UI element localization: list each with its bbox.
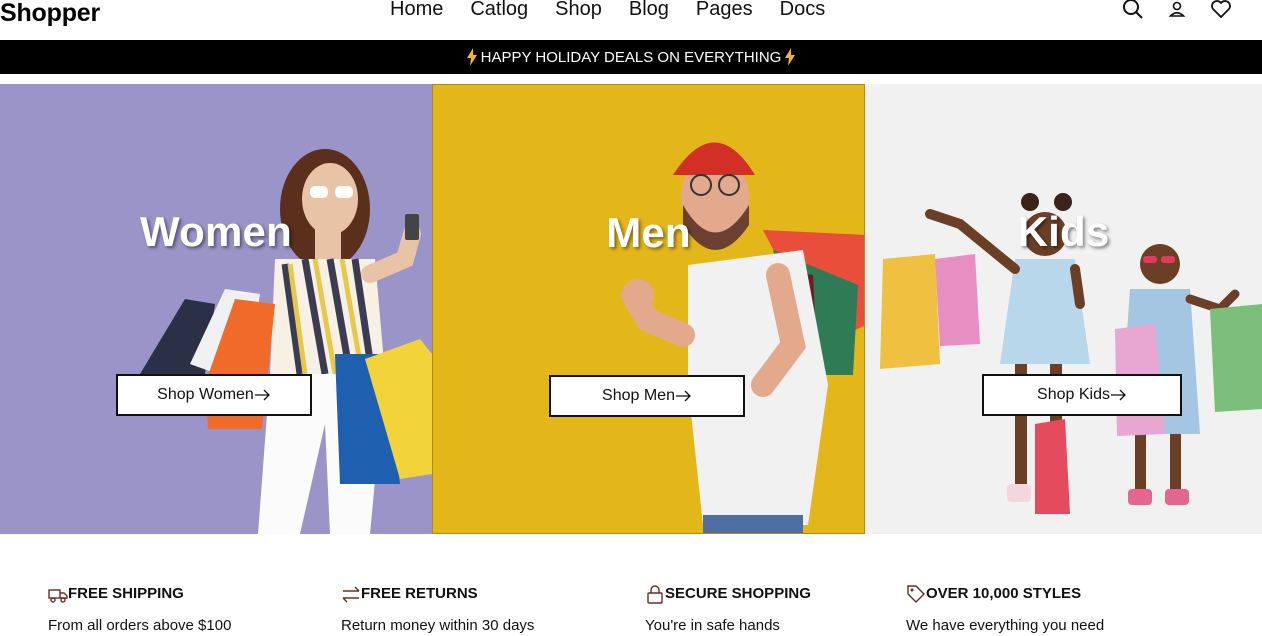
men-model-image	[621, 142, 864, 533]
kids-model-image	[880, 193, 1262, 514]
arrow-right-icon	[1110, 389, 1126, 401]
panel-men[interactable]: Men Shop Men	[432, 84, 865, 534]
logo[interactable]: Shopper	[0, 0, 100, 26]
feature-title: FREE SHIPPING	[68, 585, 184, 602]
women-model-image	[140, 149, 432, 534]
feature-title: SECURE SHOPPING	[665, 585, 811, 602]
feature-free-returns: FREE RETURNS Return money within 30 days	[341, 584, 534, 636]
panel-kids[interactable]: Kids Shop Kids	[865, 84, 1262, 534]
lightning-icon	[785, 48, 796, 66]
nav-shop[interactable]: Shop	[555, 0, 602, 21]
user-icon[interactable]	[1164, 0, 1190, 19]
search-icon[interactable]	[1120, 0, 1146, 19]
announcement-bar: HAPPY HOLIDAY DEALS ON EVERYTHING	[0, 40, 1262, 74]
truck-icon	[48, 589, 68, 603]
feature-desc: From all orders above $100	[48, 617, 232, 634]
nav-docs[interactable]: Docs	[780, 0, 826, 21]
panel-title-kids: Kids	[1017, 208, 1110, 255]
panel-women[interactable]: Women Shop Women	[0, 84, 432, 534]
tag-icon	[907, 585, 925, 603]
shop-women-button[interactable]: Shop Women	[116, 374, 312, 416]
feature-secure-shopping: SECURE SHOPPING You're in safe hands	[645, 584, 811, 636]
arrow-right-icon	[254, 389, 270, 401]
site-header: Shopper Home Catlog Shop Blog Pages Docs	[0, 0, 1262, 40]
shop-men-button[interactable]: Shop Men	[549, 375, 745, 417]
header-actions	[1120, 0, 1234, 19]
nav-pages[interactable]: Pages	[696, 0, 753, 21]
arrow-right-icon	[675, 390, 691, 402]
feature-free-shipping: FREE SHIPPING From all orders above $100	[48, 584, 231, 636]
feature-title: OVER 10,000 STYLES	[926, 585, 1082, 602]
announcement-text: HAPPY HOLIDAY DEALS ON EVERYTHING	[480, 48, 782, 66]
shop-kids-button[interactable]: Shop Kids	[982, 374, 1182, 416]
nav-catlog[interactable]: Catlog	[470, 0, 528, 21]
nav-home[interactable]: Home	[390, 0, 443, 21]
feature-title: FREE RETURNS	[361, 585, 478, 602]
category-panels: Women Shop Women Men Shop Men Kids Shop …	[0, 84, 1262, 534]
nav-blog[interactable]: Blog	[629, 0, 669, 21]
heart-icon[interactable]	[1208, 0, 1234, 19]
feature-desc: You're in safe hands	[645, 617, 780, 634]
panel-title-men: Men	[606, 209, 691, 256]
lightning-icon	[466, 48, 477, 66]
feature-desc: Return money within 30 days	[341, 617, 535, 634]
feature-desc: We have everything you need	[906, 617, 1105, 634]
panel-title-women: Women	[140, 208, 292, 255]
lock-icon	[647, 585, 663, 604]
feature-over-styles: OVER 10,000 STYLES We have everything yo…	[906, 584, 1104, 636]
main-nav: Home Catlog Shop Blog Pages Docs	[390, 0, 852, 21]
features-row: FREE SHIPPING From all orders above $100…	[0, 584, 1262, 634]
exchange-icon	[342, 586, 360, 603]
